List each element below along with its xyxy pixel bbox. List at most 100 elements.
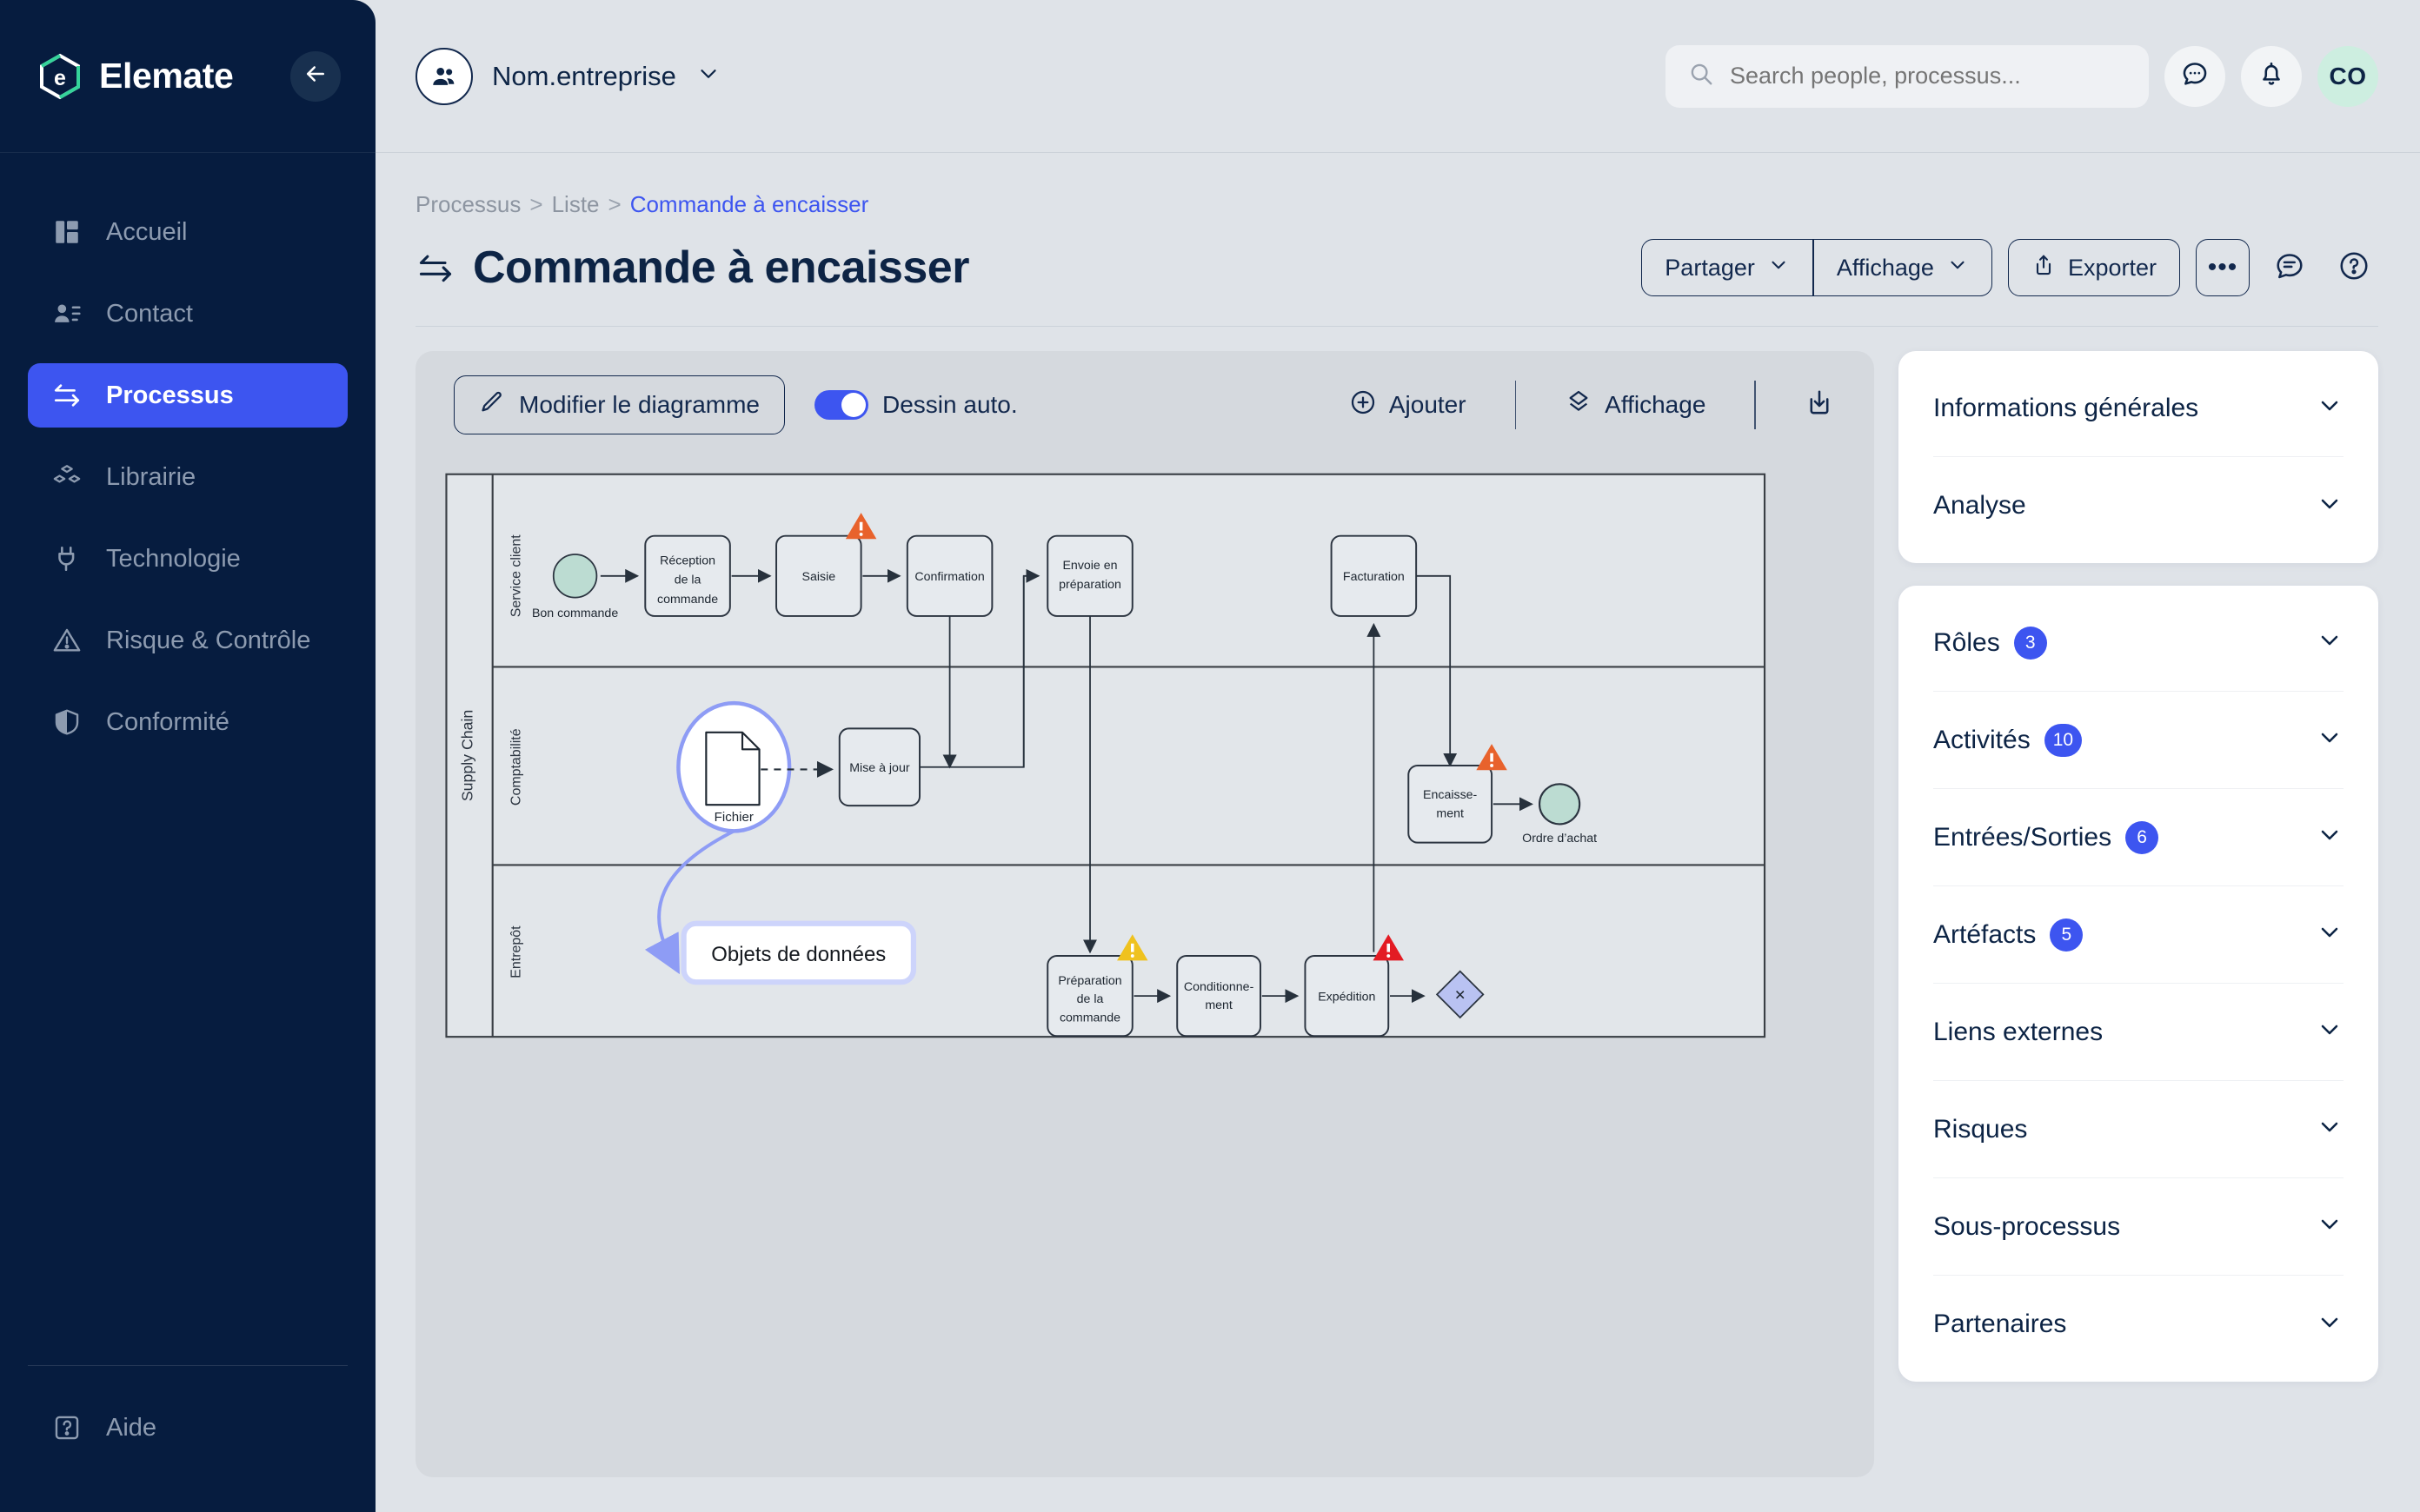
sidebar-item-conformite[interactable]: Conformité [28,690,348,754]
count-badge: 5 [2050,918,2084,952]
node-reception[interactable]: Réception de la commande [644,534,731,617]
sidebar-bottom: Aide [0,1366,376,1512]
count-badge: 6 [2125,820,2159,854]
svg-text:Conditionne-: Conditionne- [1184,980,1254,994]
accordion-entrees-sorties[interactable]: Entrées/Sorties 6 [1933,789,2344,886]
callout-label: Objets de données [711,943,886,966]
diagram-display-label: Affichage [1605,391,1706,418]
node-conditionnement[interactable]: Conditionne- ment [1176,955,1261,1038]
help-button[interactable] [2330,243,2378,292]
add-element-button[interactable]: Ajouter [1330,388,1486,422]
sidebar-item-risque-controle[interactable]: Risque & Contrôle [28,608,348,673]
sidebar-item-processus[interactable]: Processus [28,363,348,428]
diagram-canvas[interactable]: Supply Chain Service client Comptabilité… [416,459,1874,1477]
lane-label-service-client: Service client [509,534,524,617]
process-flow-icon [416,248,455,288]
page-content: Modifier le diagramme Dessin auto. Ajout… [376,327,2420,1512]
svg-text:Réception: Réception [660,554,715,568]
download-diagram-button[interactable] [1785,388,1839,423]
add-label: Ajouter [1388,391,1466,418]
node-fichier[interactable]: Fichier [676,700,792,833]
accordion-artefacts[interactable]: Artéfacts 5 [1933,886,2344,984]
search-input[interactable] [1730,63,2126,90]
accordion-liens-externes[interactable]: Liens externes [1933,984,2344,1081]
svg-text:de la: de la [675,574,701,587]
node-confirmation[interactable]: Confirmation [906,534,994,617]
display-button[interactable]: Affichage [1812,239,1992,296]
diagram-display-button[interactable]: Affichage [1546,388,1725,422]
chevron-down-icon [2316,627,2344,659]
breadcrumb-item-liste[interactable]: Liste [552,191,600,218]
brand-logo[interactable]: e Elemate [37,53,234,100]
accordion-label: Analyse [1933,491,2026,520]
sidebar-item-librairie[interactable]: Librairie [28,445,348,509]
download-icon [1805,388,1834,423]
accordion-label: Activités [1933,725,2031,754]
chevron-down-icon [2316,1309,2344,1341]
diagram-card: Modifier le diagramme Dessin auto. Ajout… [416,351,1874,1477]
accordion-label: Sous-processus [1933,1211,2121,1241]
svg-text:Ordre d’achat: Ordre d’achat [1522,832,1597,846]
bpmn-diagram[interactable]: Supply Chain Service client Comptabilité… [416,459,1874,1076]
sidebar-item-technologie[interactable]: Technologie [28,527,348,591]
sidebar-collapse-button[interactable] [290,50,341,102]
accordion-label: Rôles [1933,627,2000,657]
sidebar: e Elemate Accueil Contact Processus Libr… [0,0,376,1512]
svg-text:Envoie en: Envoie en [1062,559,1117,573]
accordion-label: Entrées/Sorties [1933,822,2112,852]
details-card-secondary: Rôles 3 Activités 10 Entrées/Sorties 6 A… [1898,586,2378,1382]
user-avatar[interactable]: CO [2317,45,2378,107]
svg-text:Mise à jour: Mise à jour [849,761,910,775]
accordion-risques[interactable]: Risques [1933,1081,2344,1178]
auto-draw-toggle[interactable]: Dessin auto. [814,390,1018,420]
sidebar-item-accueil[interactable]: Accueil [28,200,348,264]
share-label: Partager [1665,254,1755,281]
sidebar-item-label: Contact [106,299,193,328]
comments-button[interactable] [2265,243,2314,292]
display-label: Affichage [1836,254,1934,281]
breadcrumb-item-current[interactable]: Commande à encaisser [630,191,869,218]
search-icon [1688,61,1714,91]
accordion-informations-generales[interactable]: Informations générales [1933,360,2344,457]
arrow-left-icon [302,61,329,91]
accordion-activites[interactable]: Activités 10 [1933,692,2344,789]
node-mise-a-jour[interactable]: Mise à jour [838,727,921,807]
help-square-icon [50,1411,83,1444]
export-button[interactable]: Exporter [2007,239,2180,296]
chevron-down-icon [695,61,721,91]
node-envoie-preparation[interactable]: Envoie en préparation [1047,534,1134,617]
page-actions: Partager Affichage Exporter ••• [1641,239,2378,296]
svg-text:commande: commande [1060,1011,1120,1025]
lane-label-comptabilite: Comptabilité [509,728,524,806]
breadcrumb-separator: > [608,191,622,217]
accordion-roles[interactable]: Rôles 3 [1933,594,2344,692]
chevron-down-icon [1767,254,1790,282]
sidebar-item-label: Processus [106,381,234,409]
more-options-button[interactable]: ••• [2196,239,2250,296]
accordion-partenaires[interactable]: Partenaires [1933,1276,2344,1373]
sidebar-item-aide[interactable]: Aide [28,1396,348,1460]
svg-text:ment: ment [1436,806,1464,820]
modify-diagram-button[interactable]: Modifier le diagramme [454,375,785,434]
share-button[interactable]: Partager [1641,239,1813,296]
upload-share-icon [2031,253,2056,283]
process-flow-icon [50,379,83,412]
accordion-label: Partenaires [1933,1310,2067,1338]
notifications-button[interactable] [2241,45,2302,107]
accordion-sous-processus[interactable]: Sous-processus [1933,1178,2344,1276]
node-facturation[interactable]: Facturation [1330,534,1418,617]
page-header: Processus > Liste > Commande à encaisser… [376,153,2420,327]
chat-button[interactable] [2164,45,2225,107]
search-box[interactable] [1665,44,2149,108]
sidebar-item-contact[interactable]: Contact [28,282,348,346]
blocks-icon [50,461,83,494]
breadcrumb-item-processus[interactable]: Processus [416,191,521,218]
svg-text:Saisie: Saisie [802,570,836,584]
toggle-switch[interactable] [814,390,868,420]
svg-text:Confirmation: Confirmation [914,570,984,584]
svg-text:ment: ment [1205,998,1233,1012]
org-switcher[interactable]: Nom.entreprise [416,47,721,105]
people-icon [416,47,473,105]
lane-label-entrepot: Entrepôt [509,925,524,978]
accordion-analyse[interactable]: Analyse [1933,457,2344,554]
